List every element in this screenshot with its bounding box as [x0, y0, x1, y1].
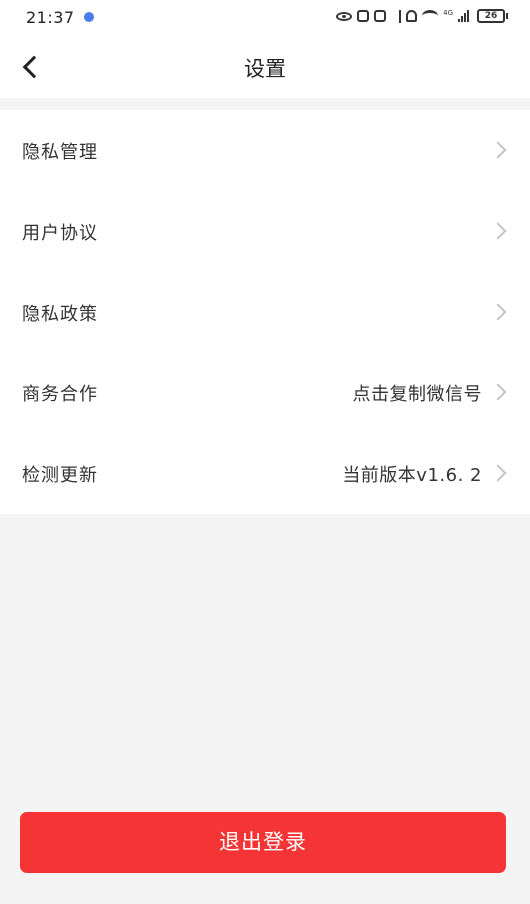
settings-item-label: 隐私管理 [22, 142, 98, 163]
settings-item-label: 检测更新 [22, 465, 98, 487]
status-icons: 4G 26 [336, 9, 508, 23]
page-title: 设置 [244, 57, 286, 81]
chevron-right-icon [489, 464, 507, 482]
notification-dot-icon [84, 12, 94, 22]
settings-item-privacy-policy[interactable]: 隐私政策 [0, 272, 530, 353]
nfc-icon [357, 10, 370, 22]
chevron-right-icon [489, 222, 507, 240]
chevron-right-icon [489, 303, 507, 321]
eye-icon [336, 11, 353, 21]
wifi-icon [422, 10, 439, 22]
settings-item-check-update[interactable]: 检测更新 当前版本v1.6. 2 [0, 433, 530, 514]
status-bar: 21:37 4G 26 [0, 0, 530, 36]
bluetooth-icon [391, 9, 402, 23]
settings-item-value: 当前版本v1.6. 2 [342, 465, 482, 487]
settings-item-business-cooperation[interactable]: 商务合作 点击复制微信号 [0, 352, 530, 433]
settings-item-label: 隐私政策 [22, 303, 98, 325]
battery-icon: 26 [477, 9, 505, 23]
settings-list: 隐私管理 用户协议 隐私政策 商务合作 点击复制微信号 检测更新 当前版本v1.… [0, 110, 530, 514]
settings-item-value: 点击复制微信号 [352, 384, 482, 406]
settings-item-label: 商务合作 [22, 384, 98, 406]
mute-bell-icon [406, 10, 418, 22]
status-time: 21:37 [26, 8, 75, 27]
settings-item-privacy-management[interactable]: 隐私管理 [0, 110, 530, 191]
nav-bar: 设置 [0, 36, 530, 98]
settings-item-user-agreement[interactable]: 用户协议 [0, 191, 530, 272]
signal-icon [458, 10, 472, 22]
battery-tip-icon [506, 13, 508, 19]
logout-button[interactable]: 退出登录 [20, 812, 506, 873]
alarm-icon [374, 10, 387, 22]
settings-item-label: 用户协议 [22, 222, 98, 244]
network-type-label: 4G [443, 9, 453, 17]
chevron-right-icon [489, 141, 507, 159]
chevron-right-icon [489, 383, 507, 401]
